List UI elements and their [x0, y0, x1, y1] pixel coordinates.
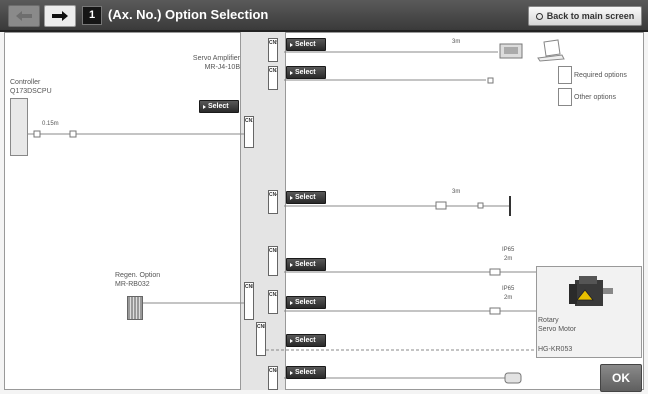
regen-model: MR-RB032	[115, 281, 150, 288]
regen-label: Regen. Option	[115, 272, 161, 279]
connector-cn2: CN2	[268, 290, 278, 314]
encoder-cable-length: 2m	[504, 256, 513, 262]
battery-unit-icon	[504, 372, 522, 384]
connector-cn8: CN8	[268, 366, 278, 390]
connector-cnp3: CNP3	[268, 246, 278, 276]
play-icon	[290, 370, 293, 375]
controller-cable-length: 0.15m	[42, 121, 59, 127]
select-label: Select	[295, 194, 316, 201]
select-label: Select	[295, 69, 316, 76]
select-label: Select	[295, 299, 316, 306]
select-button-cn4[interactable]: Select	[286, 191, 326, 204]
connector-cn3: CN3	[268, 66, 278, 90]
cn4-plug-2	[477, 202, 484, 209]
power-plug	[489, 307, 501, 315]
servo-amplifier-label: Servo Amplifier	[192, 55, 240, 62]
power-cable-length: 2m	[504, 295, 513, 301]
legend-required-label: Required options	[574, 72, 627, 79]
play-icon	[290, 262, 293, 267]
play-icon	[203, 104, 206, 109]
select-button-controller[interactable]: Select	[199, 100, 239, 113]
controller-label: Controller	[10, 79, 41, 86]
select-button-cn5[interactable]: Select	[286, 38, 326, 51]
connector-cn5: CN5	[268, 38, 278, 62]
encoder-ip-rating: IP65	[502, 247, 515, 253]
cn5-cable-length: 3m	[452, 39, 461, 45]
ok-button[interactable]: OK	[600, 364, 642, 392]
select-label: Select	[295, 369, 316, 376]
cn4-plug	[435, 201, 447, 210]
play-icon	[290, 195, 293, 200]
connector-cnp1: CNP1	[256, 322, 266, 356]
motor-model: HG-KR053	[538, 346, 573, 353]
select-button-cnp1[interactable]: Select	[286, 334, 326, 347]
controller-model: Q173DSCPU	[10, 88, 52, 95]
pc-laptop-icon	[499, 39, 565, 62]
controller-unit	[10, 98, 28, 156]
connector-cn1a: CN1A	[244, 116, 254, 148]
select-label: Select	[208, 103, 229, 110]
controller-plug	[33, 130, 41, 138]
legend-required-swatch	[558, 66, 572, 84]
select-button-cn3[interactable]: Select	[286, 66, 326, 79]
legend-other-swatch	[558, 88, 572, 106]
cn4-cable-length: 3m	[452, 189, 461, 195]
select-button-cn8[interactable]: Select	[286, 366, 326, 379]
select-label: Select	[295, 41, 316, 48]
play-icon	[290, 42, 293, 47]
regen-resistor-image	[127, 296, 143, 320]
play-icon	[290, 70, 293, 75]
select-label: Select	[295, 261, 316, 268]
connector-cn4: CN4	[268, 190, 278, 214]
play-icon	[290, 338, 293, 343]
servo-motor-image	[569, 276, 613, 306]
power-ip-rating: IP65	[502, 286, 515, 292]
cn3-plug	[487, 77, 494, 84]
play-icon	[290, 300, 293, 305]
select-button-cn2[interactable]: Select	[286, 296, 326, 309]
connector-cnp2: CNP2	[244, 282, 254, 320]
legend-other-label: Other options	[574, 94, 617, 101]
controller-plug-2	[69, 130, 77, 138]
encoder-plug	[489, 268, 501, 276]
servo-amplifier-model: MR-J4-10B	[204, 64, 240, 71]
select-label: Select	[295, 337, 316, 344]
motor-label-line2: Servo Motor	[538, 326, 577, 333]
select-button-cnp3[interactable]: Select	[286, 258, 326, 271]
motor-label-line1: Rotary	[538, 317, 559, 324]
option-selection-screen: 1 (Ax. No.) Option Selection Back to mai…	[0, 0, 648, 394]
